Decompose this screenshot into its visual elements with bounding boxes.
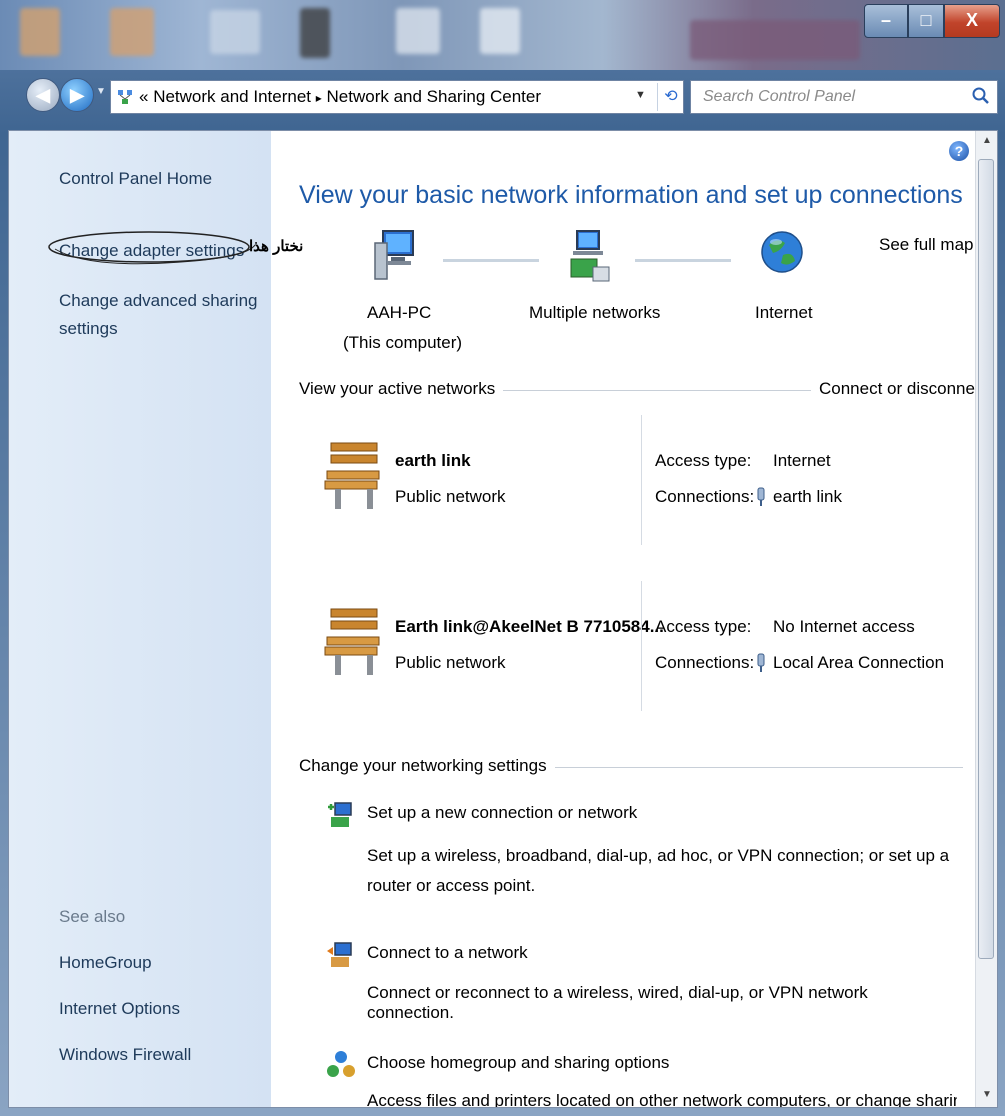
computer-icon [374, 230, 414, 280]
this-computer-label: (This computer) [343, 333, 463, 352]
content-area: Control Panel Home Change adapter settin… [8, 130, 998, 1108]
network-divider [641, 581, 642, 711]
desktop-blur [20, 8, 60, 56]
scroll-down-icon[interactable]: ▼ [976, 1085, 997, 1105]
breadcrumb: « Network and Internet ▸ Network and Sha… [139, 87, 541, 107]
minimize-button[interactable]: – [864, 4, 908, 38]
title-bar: – □ X [0, 0, 1005, 70]
forward-arrow-icon: ▶ [70, 85, 84, 105]
page-title: View your basic network information and … [299, 181, 963, 209]
vertical-scrollbar[interactable]: ▲ ▼ [975, 131, 997, 1107]
access-type-label: Access type: [655, 451, 752, 470]
desktop-blur [480, 8, 520, 54]
refresh-icon[interactable]: ⟲ [657, 83, 684, 111]
breadcrumb-prefix[interactable]: « [139, 87, 148, 106]
internet-options-link[interactable]: Internet Options [59, 999, 180, 1019]
new-connection-icon [328, 802, 352, 827]
window: – □ X ◀ ▶ ▼ « Network and Internet ▸ Net… [0, 0, 1005, 1116]
scroll-thumb[interactable] [978, 159, 994, 959]
bench-icon [324, 442, 380, 509]
network-name: Earth link@AkeelNet B 7710584... [395, 617, 664, 636]
connections-label: Connections: [655, 487, 755, 506]
computer-name: AAH-PC [367, 303, 432, 322]
change-advanced-sharing-link[interactable]: Change advanced sharing settings [59, 287, 259, 343]
multiple-networks-icon [570, 230, 610, 282]
help-icon[interactable]: ? [949, 141, 969, 161]
active-networks-heading: View your active networks [299, 379, 504, 399]
ethernet-icon [757, 653, 765, 672]
desktop-blur [396, 8, 440, 54]
search-icon[interactable] [971, 86, 991, 106]
windows-firewall-link[interactable]: Windows Firewall [59, 1045, 191, 1065]
access-type-value: No Internet access [773, 617, 915, 636]
connection-link[interactable]: earth link [773, 487, 842, 507]
globe-icon [761, 231, 803, 273]
task-homegroup-desc: Access files and printers located on oth… [367, 1091, 957, 1108]
search-box[interactable]: Search Control Panel [690, 80, 998, 114]
desktop-blur [210, 10, 260, 54]
desktop-blur [690, 20, 860, 60]
breadcrumb-network-sharing-center[interactable]: Network and Sharing Center [327, 87, 542, 106]
close-button[interactable]: X [944, 4, 1000, 38]
change-settings-heading: Change your networking settings [299, 756, 555, 776]
network-category-link[interactable]: Public network [395, 487, 506, 507]
internet-label: Internet [755, 303, 813, 322]
connect-network-icon [327, 942, 352, 967]
desktop-blur [300, 8, 330, 58]
map-line-2 [635, 259, 731, 262]
task-setup-connection-desc: Set up a wireless, broadband, dial-up, a… [367, 846, 950, 895]
control-panel-home-link[interactable]: Control Panel Home [59, 169, 212, 189]
navigation-bar: ◀ ▶ ▼ « Network and Internet ▸ Network a… [0, 70, 1005, 126]
task-homegroup-link[interactable]: Choose homegroup and sharing options [367, 1053, 669, 1073]
connect-or-disconnect-link[interactable]: Connect or disconnect [811, 379, 989, 399]
access-type-value: Internet [773, 451, 831, 470]
recent-pages-dropdown[interactable]: ▼ [96, 86, 108, 104]
search-input[interactable]: Search Control Panel [703, 88, 855, 106]
map-line-1 [443, 259, 539, 262]
access-type-label: Access type: [655, 617, 752, 636]
network-icon [118, 90, 132, 104]
homegroup-link[interactable]: HomeGroup [59, 953, 152, 973]
network-divider [641, 415, 642, 545]
scroll-up-icon[interactable]: ▲ [976, 131, 997, 151]
network-name: earth link [395, 451, 471, 470]
ethernet-icon [757, 487, 765, 506]
breadcrumb-separator[interactable]: ▸ [316, 91, 322, 105]
network-category-link[interactable]: Public network [395, 653, 506, 673]
breadcrumb-network-and-internet[interactable]: Network and Internet [153, 87, 311, 106]
see-full-map-link[interactable]: See full map [879, 235, 974, 255]
task-connect-network-desc: Connect or reconnect to a wireless, wire… [367, 983, 868, 1022]
forward-button[interactable]: ▶ [60, 78, 94, 112]
back-button[interactable]: ◀ [26, 78, 60, 112]
see-also-heading: See also [59, 907, 126, 926]
task-setup-connection-link[interactable]: Set up a new connection or network [367, 803, 637, 823]
desktop-blur [110, 8, 154, 56]
homegroup-icon [327, 1051, 355, 1077]
bench-icon [324, 608, 380, 675]
address-bar[interactable]: « Network and Internet ▸ Network and Sha… [110, 80, 684, 114]
main-pane: View your basic network information and … [271, 131, 989, 1108]
connection-link[interactable]: Local Area Connection [773, 653, 944, 673]
maximize-button[interactable]: □ [908, 4, 944, 38]
back-arrow-icon: ◀ [36, 85, 50, 105]
task-pane: Control Panel Home Change adapter settin… [9, 131, 303, 1107]
address-dropdown-icon[interactable]: ▼ [635, 89, 646, 101]
multiple-networks-label: Multiple networks [529, 303, 661, 322]
task-connect-network-link[interactable]: Connect to a network [367, 943, 528, 963]
connections-label: Connections: [655, 653, 755, 672]
